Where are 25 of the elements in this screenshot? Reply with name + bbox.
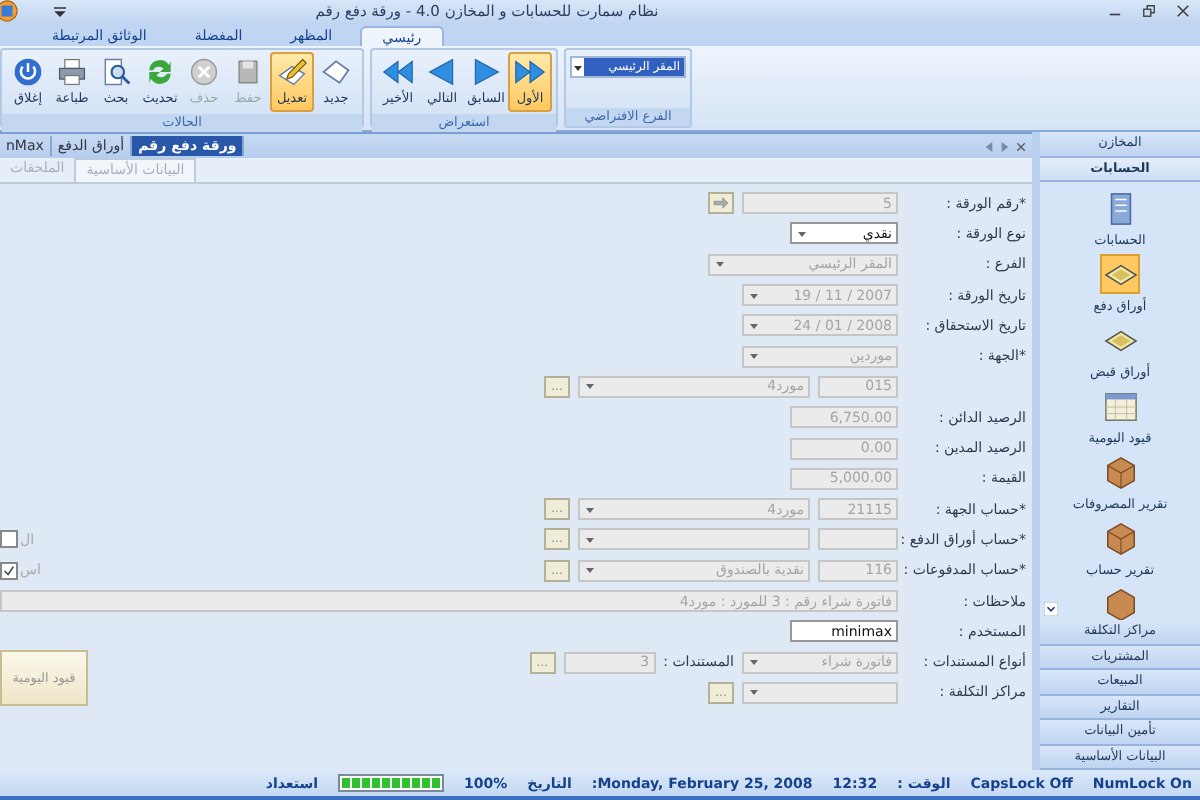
pencil-document-icon <box>276 56 308 88</box>
double-right-arrow-icon <box>514 56 546 88</box>
right-arrow-icon <box>470 56 502 88</box>
search-icon <box>100 56 132 88</box>
quick-access-menu-icon[interactable] <box>54 5 66 17</box>
box-icon <box>1103 455 1138 489</box>
checkmark-icon <box>2 563 16 578</box>
dropdown-arrow-icon[interactable] <box>572 61 584 73</box>
close-icon[interactable] <box>1176 4 1190 18</box>
power-icon <box>12 56 44 88</box>
printer-icon <box>56 56 88 88</box>
left-arrow-icon <box>426 56 458 88</box>
delete-icon <box>188 56 220 88</box>
refresh-icon <box>144 56 176 88</box>
hand-pointer-icon <box>712 196 730 211</box>
dropdown-arrow-icon[interactable] <box>796 227 808 240</box>
new-document-icon <box>320 56 352 88</box>
double-left-arrow-icon <box>382 56 414 88</box>
close-icon[interactable] <box>1016 139 1026 153</box>
scroll-down-icon[interactable] <box>1044 602 1058 616</box>
restore-icon[interactable] <box>1142 4 1156 18</box>
progress-bar <box>338 774 445 792</box>
box-icon <box>1103 521 1137 555</box>
calendar-icon <box>1103 389 1138 423</box>
app-orb-icon[interactable] <box>0 0 18 22</box>
